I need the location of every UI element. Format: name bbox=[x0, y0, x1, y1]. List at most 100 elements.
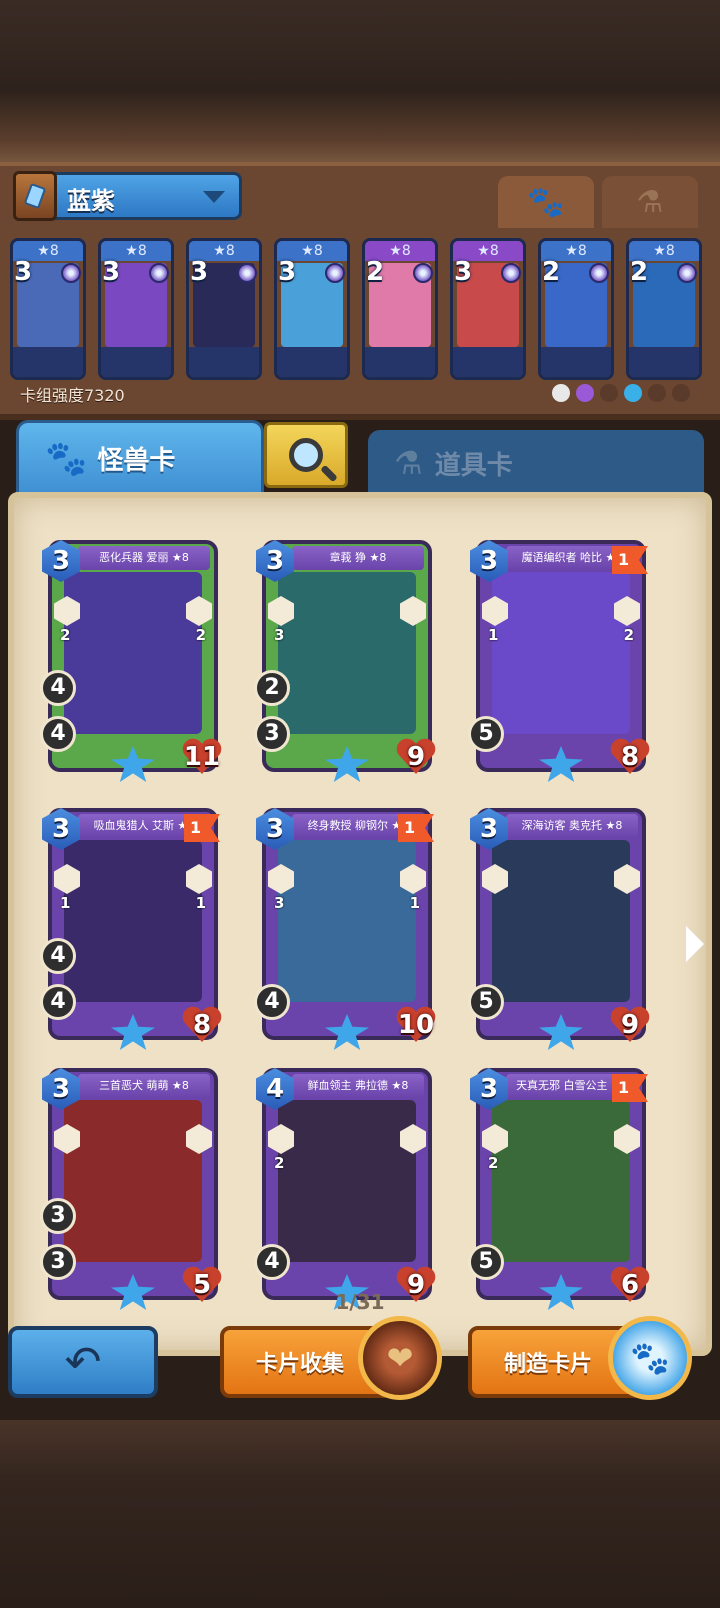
card-stat: 4 bbox=[40, 938, 76, 974]
card-health: 9 bbox=[406, 742, 426, 772]
tab-item-label: 道具卡 bbox=[434, 450, 513, 481]
bottom-wood-background bbox=[0, 1420, 720, 1608]
rarity-gem-icon bbox=[589, 263, 609, 283]
search-icon bbox=[289, 438, 323, 472]
ability-count: 3 bbox=[274, 626, 285, 644]
card-title: 三首恶犬 萌萌 ★8 bbox=[78, 1074, 210, 1098]
deck-card[interactable]: ★8 3 bbox=[274, 238, 350, 380]
deck-card[interactable]: ★8 3 bbox=[98, 238, 174, 380]
tab-monster-label: 怪兽卡 bbox=[97, 446, 176, 476]
collection-card[interactable]: 魔语编织者 哈比 ★8 3 1 1 2 5 8 bbox=[468, 540, 646, 782]
card-attack: 3 bbox=[254, 716, 290, 752]
card-title: 章莪 狰 ★8 bbox=[292, 546, 424, 570]
paw-icon: 🐾 bbox=[45, 438, 88, 479]
collection-card[interactable]: 吸血鬼猎人 艾斯 ★8 3 1 1 1 4 4 8 bbox=[40, 808, 218, 1050]
card-attack: 4 bbox=[40, 716, 76, 752]
rarity-gem-icon bbox=[501, 263, 521, 283]
ability-count: 2 bbox=[488, 1154, 499, 1172]
next-page-arrow-icon[interactable] bbox=[686, 926, 704, 962]
collection-card[interactable]: 终身教授 柳钢尔 ★8 3 1 3 1 4 10 bbox=[254, 808, 432, 1050]
collection-card[interactable]: 深海访客 奥克托 ★8 3 5 9 bbox=[468, 808, 646, 1050]
card-attack: 4 bbox=[40, 984, 76, 1020]
rarity-gem-icon bbox=[413, 263, 433, 283]
card-cost: 2 bbox=[542, 257, 561, 287]
deck-card[interactable]: ★8 2 bbox=[362, 238, 438, 380]
deck-card[interactable]: ★8 3 bbox=[450, 238, 526, 380]
card-health: 8 bbox=[192, 1010, 212, 1040]
card-art bbox=[278, 572, 416, 734]
card-stat: 2 bbox=[254, 670, 290, 706]
card-art bbox=[492, 572, 630, 734]
back-arrow-icon: ↶ bbox=[64, 1336, 102, 1388]
card-art bbox=[64, 572, 202, 734]
card-art bbox=[278, 840, 416, 1002]
ability-count: 3 bbox=[274, 894, 285, 912]
card-footer bbox=[13, 347, 83, 377]
water-faction-icon bbox=[624, 384, 642, 402]
deck-card[interactable]: ★8 3 bbox=[186, 238, 262, 380]
card-health: 6 bbox=[620, 1270, 640, 1300]
card-health: 8 bbox=[620, 742, 640, 772]
card-footer bbox=[453, 347, 523, 377]
back-button[interactable]: ↶ bbox=[8, 1326, 158, 1398]
card-footer bbox=[189, 347, 259, 377]
card-health: 9 bbox=[620, 1010, 640, 1040]
card-stat: 3 bbox=[40, 1198, 76, 1234]
card-art bbox=[278, 1100, 416, 1262]
ability-count: 2 bbox=[623, 626, 634, 644]
neutral-faction-icon bbox=[552, 384, 570, 402]
card-attack: 5 bbox=[468, 1244, 504, 1280]
ability-count: 2 bbox=[195, 626, 206, 644]
deck-tab-item[interactable]: ⚗ bbox=[602, 176, 698, 228]
card-footer bbox=[629, 347, 699, 377]
collection-card[interactable]: 鲜血领主 弗拉德 ★8 4 2 4 9 bbox=[254, 1068, 432, 1310]
beast-faction-icon bbox=[648, 384, 666, 402]
paw-icon: 🐾 bbox=[527, 184, 565, 220]
card-attack: 5 bbox=[468, 716, 504, 752]
deck-card-row: ★8 3 ★8 3 ★8 3 ★8 3 ★8 2 ★8 3 ★8 2 ★8 2 bbox=[10, 238, 712, 383]
deck-selector[interactable]: 蓝紫 bbox=[13, 171, 242, 221]
rarity-gem-icon bbox=[237, 263, 257, 283]
deck-card[interactable]: ★8 2 bbox=[626, 238, 702, 380]
rarity-gem-icon bbox=[325, 263, 345, 283]
card-book-icon[interactable]: ❤ bbox=[358, 1316, 442, 1400]
card-art bbox=[64, 1100, 202, 1262]
collection-card[interactable]: 恶化兵器 爱丽 ★8 3 2 2 4 4 11 bbox=[40, 540, 218, 782]
tab-item-cards[interactable]: ⚗ 道具卡 bbox=[368, 430, 704, 496]
card-cost: 3 bbox=[190, 257, 209, 287]
fire-faction-icon bbox=[672, 384, 690, 402]
card-health: 10 bbox=[397, 1010, 435, 1040]
search-button[interactable] bbox=[264, 422, 348, 488]
collection-card[interactable]: 章莪 狰 ★8 3 3 2 3 9 bbox=[254, 540, 432, 782]
tab-monster-cards[interactable]: 🐾 怪兽卡 bbox=[16, 420, 264, 494]
card-attack: 5 bbox=[468, 984, 504, 1020]
card-stat: 4 bbox=[40, 670, 76, 706]
faction-icons bbox=[552, 384, 690, 402]
top-wood-background bbox=[0, 0, 720, 165]
card-health: 11 bbox=[183, 742, 221, 772]
card-collection-label: 卡片收集 bbox=[256, 1352, 345, 1377]
card-title: 恶化兵器 爱丽 ★8 bbox=[78, 546, 210, 570]
deck-power: 卡组强度7320 bbox=[20, 386, 125, 405]
card-cost: 2 bbox=[630, 257, 649, 287]
card-cost: 3 bbox=[102, 257, 121, 287]
card-cost: 3 bbox=[454, 257, 473, 287]
card-art bbox=[492, 1100, 630, 1262]
card-cost: 2 bbox=[366, 257, 385, 287]
card-footer bbox=[277, 347, 347, 377]
collection-card[interactable]: 三首恶犬 萌萌 ★8 3 3 3 5 bbox=[40, 1068, 218, 1310]
card-attack: 4 bbox=[254, 984, 290, 1020]
page-indicator: 1/31 bbox=[335, 1290, 385, 1314]
card-attack: 3 bbox=[40, 1244, 76, 1280]
deck-card[interactable]: ★8 2 bbox=[538, 238, 614, 380]
craft-potion-icon[interactable]: 🐾 bbox=[608, 1316, 692, 1400]
deck-tab-monster[interactable]: 🐾 bbox=[498, 176, 594, 228]
deck-card[interactable]: ★8 3 bbox=[10, 238, 86, 380]
collection-card[interactable]: 天真无邪 白雪公主 ★8 3 1 2 5 6 bbox=[468, 1068, 646, 1310]
ability-count: 1 bbox=[60, 894, 71, 912]
deck-name: 蓝紫 bbox=[67, 187, 115, 215]
rarity-gem-icon bbox=[149, 263, 169, 283]
chevron-down-icon bbox=[203, 191, 225, 203]
deck-book-icon bbox=[13, 171, 57, 221]
card-attack: 4 bbox=[254, 1244, 290, 1280]
